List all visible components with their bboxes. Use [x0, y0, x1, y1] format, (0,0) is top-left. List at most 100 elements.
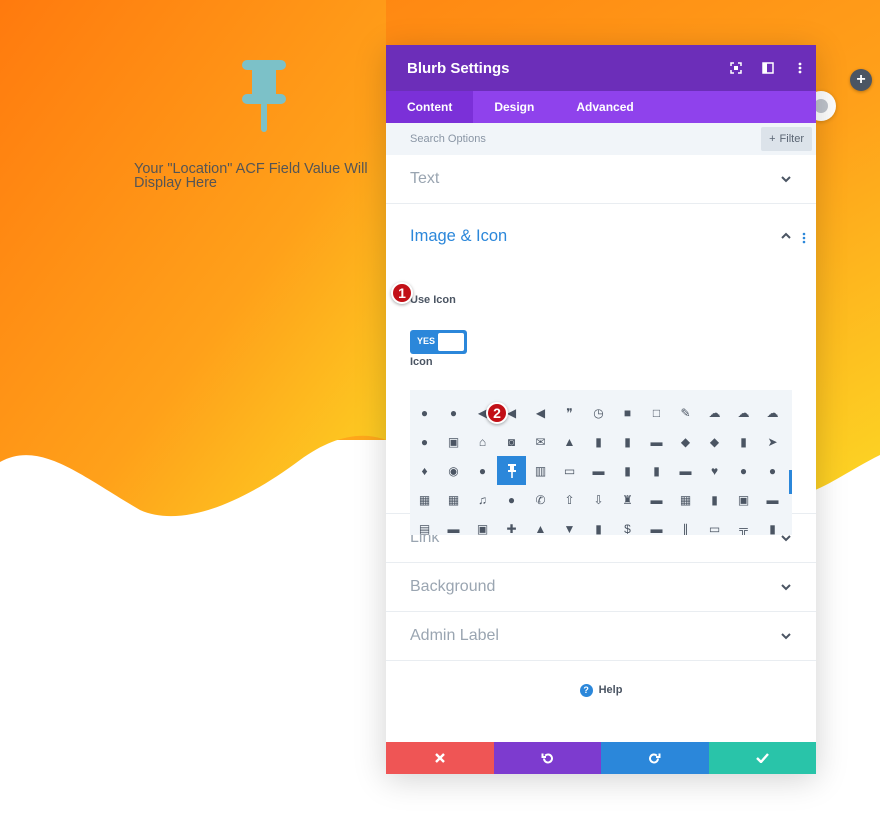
panel-header[interactable]: Blurb Settings — [386, 45, 816, 91]
icon-grid: ● ● ◀ ◀ ◀ ❞ ◷ ■ □ ✎ ☁ ☁ ☁ ● ▣ ⌂ ◙ ✉ ▲ ▮ ▮ ▬ ◆ ◆ ▮ ➤ ♦ ◉ ● ▥ ▭ ▬ ▮ ▮ ▬ ♥ ● ● ▦ ▦… — [410, 398, 787, 536]
camera-icon[interactable]: ◙ — [497, 427, 526, 456]
tag-icon[interactable]: ◆ — [671, 427, 700, 456]
person-icon[interactable]: ● — [729, 456, 758, 485]
printer-icon[interactable]: ▬ — [642, 485, 671, 514]
briefcase-icon[interactable]: ▬ — [584, 456, 613, 485]
map-pin-icon[interactable]: ● — [468, 456, 497, 485]
cloud-download-icon[interactable]: ☁ — [758, 398, 787, 427]
buildings-icon[interactable]: ▮ — [700, 485, 729, 514]
volume-high-icon[interactable]: ◀ — [526, 398, 555, 427]
compass-icon[interactable]: ◉ — [439, 456, 468, 485]
callout-badge-2: 2 — [486, 402, 508, 424]
pushpin-icon[interactable] — [497, 456, 526, 485]
dollar-icon[interactable]: $ — [613, 514, 642, 536]
split-view-icon[interactable] — [752, 45, 784, 91]
undo-icon — [541, 752, 553, 763]
gift-icon[interactable]: ▣ — [439, 427, 468, 456]
more-vertical-icon[interactable] — [802, 232, 806, 244]
cone-icon[interactable]: ▲ — [555, 427, 584, 456]
tab-content[interactable]: Content — [386, 91, 474, 123]
icon-label: Icon — [410, 356, 433, 368]
redo-button[interactable] — [601, 742, 709, 774]
pens-icon[interactable]: ∥ — [671, 514, 700, 536]
chevron-up-icon[interactable] — [780, 230, 792, 242]
grid-2x2-icon[interactable]: ▦ — [410, 485, 439, 514]
gear-icon — [814, 99, 828, 113]
bar-chart-icon[interactable]: ▮ — [758, 514, 787, 536]
unlock-icon[interactable]: □ — [642, 398, 671, 427]
thumbs-up-icon[interactable]: ▲ — [526, 514, 555, 536]
heart-icon[interactable]: ♥ — [700, 456, 729, 485]
mail-icon[interactable]: ✉ — [526, 427, 555, 456]
cursor-icon[interactable]: ➤ — [758, 427, 787, 456]
panel-title: Blurb Settings — [407, 59, 510, 77]
pause-icon[interactable]: ● — [497, 485, 526, 514]
brush-icon[interactable]: ✎ — [671, 398, 700, 427]
book-icon[interactable]: ▮ — [613, 456, 642, 485]
chess-icon[interactable]: ♜ — [613, 485, 642, 514]
icon-picker-scrollbar[interactable] — [789, 470, 792, 494]
plus-icon: + — [769, 133, 776, 145]
chat-bubble-icon[interactable]: ● — [410, 398, 439, 427]
section-admin-label[interactable]: Admin Label — [386, 612, 816, 661]
more-vertical-icon[interactable] — [784, 45, 816, 91]
cancel-button[interactable] — [386, 742, 494, 774]
download-icon[interactable]: ⇩ — [584, 485, 613, 514]
blurb-preview-text: Your "Location" ACF Field Value Will Dis… — [134, 161, 368, 191]
search-options-input[interactable] — [410, 133, 710, 145]
grid-3x3-icon[interactable]: ▦ — [439, 485, 468, 514]
fullscreen-icon[interactable] — [720, 45, 752, 91]
help-link[interactable]: ? Help — [386, 675, 816, 705]
mug-icon[interactable]: ▮ — [584, 514, 613, 536]
use-icon-toggle[interactable]: YES — [410, 330, 467, 354]
microphone-icon[interactable]: ♦ — [410, 456, 439, 485]
panel-footer — [386, 742, 816, 774]
tab-design[interactable]: Design — [473, 91, 555, 123]
house-icon[interactable]: ⌂ — [468, 427, 497, 456]
drive-icon[interactable]: ▬ — [758, 485, 787, 514]
cart-icon[interactable]: ▬ — [642, 427, 671, 456]
bookmark-icon[interactable]: ▮ — [584, 427, 613, 456]
cloud-icon[interactable]: ☁ — [700, 398, 729, 427]
tags-icon[interactable]: ◆ — [700, 427, 729, 456]
clipboard-icon[interactable]: ▮ — [613, 427, 642, 456]
cloud-upload-icon[interactable]: ☁ — [729, 398, 758, 427]
section-background[interactable]: Background — [386, 563, 816, 612]
upload-icon[interactable]: ⇧ — [555, 485, 584, 514]
lightbulb-icon[interactable]: ● — [410, 427, 439, 456]
inbox-icon[interactable]: ▭ — [555, 456, 584, 485]
wallet-icon[interactable]: ▬ — [642, 514, 671, 536]
puzzle-icon[interactable]: ✚ — [497, 514, 526, 536]
calculator-icon[interactable]: ▦ — [671, 485, 700, 514]
sitemap-icon[interactable]: ╦ — [729, 514, 758, 536]
chevron-down-icon — [781, 633, 791, 640]
id-card-icon[interactable]: ▬ — [439, 514, 468, 536]
music-icon[interactable]: ♫ — [468, 485, 497, 514]
chat-bubbles-icon[interactable]: ● — [439, 398, 468, 427]
address-book-icon[interactable]: ▮ — [642, 456, 671, 485]
section-image-icon-title[interactable]: Image & Icon — [410, 227, 507, 246]
use-icon-label: Use Icon — [410, 294, 456, 306]
add-row-button[interactable]: + — [850, 69, 872, 91]
filter-button[interactable]: + Filter — [761, 127, 812, 151]
thumbs-down-icon[interactable]: ▼ — [555, 514, 584, 536]
presentation-icon[interactable]: ▭ — [700, 514, 729, 536]
section-text[interactable]: Text — [386, 155, 816, 204]
map-icon[interactable]: ▥ — [526, 456, 555, 485]
undo-button[interactable] — [493, 742, 601, 774]
id-badge-icon[interactable]: ▣ — [468, 514, 497, 536]
save-button[interactable] — [708, 742, 816, 774]
quote-icon[interactable]: ❞ — [555, 398, 584, 427]
people-icon[interactable]: ● — [758, 456, 787, 485]
save-disk-icon[interactable]: ▣ — [729, 485, 758, 514]
archive-icon[interactable]: ▬ — [671, 456, 700, 485]
lock-icon[interactable]: ■ — [613, 398, 642, 427]
blurb-settings-panel: Blurb Settings Content Design Advanced +… — [386, 45, 816, 774]
phone-icon[interactable]: ✆ — [526, 485, 555, 514]
tab-advanced[interactable]: Advanced — [555, 91, 654, 123]
trash-icon[interactable]: ▮ — [729, 427, 758, 456]
clock-icon[interactable]: ◷ — [584, 398, 613, 427]
cancel-icon — [434, 753, 445, 763]
icon-picker: ● ● ◀ ◀ ◀ ❞ ◷ ■ □ ✎ ☁ ☁ ☁ ● ▣ ⌂ ◙ ✉ ▲ ▮ ▮ ▬ ◆ ◆ ▮ ➤ ♦ ◉ ● ▥ ▭ ▬ ▮ ▮ ▬ ♥ ● ● ▦ ▦… — [410, 390, 792, 535]
document-icon[interactable]: ▤ — [410, 514, 439, 536]
